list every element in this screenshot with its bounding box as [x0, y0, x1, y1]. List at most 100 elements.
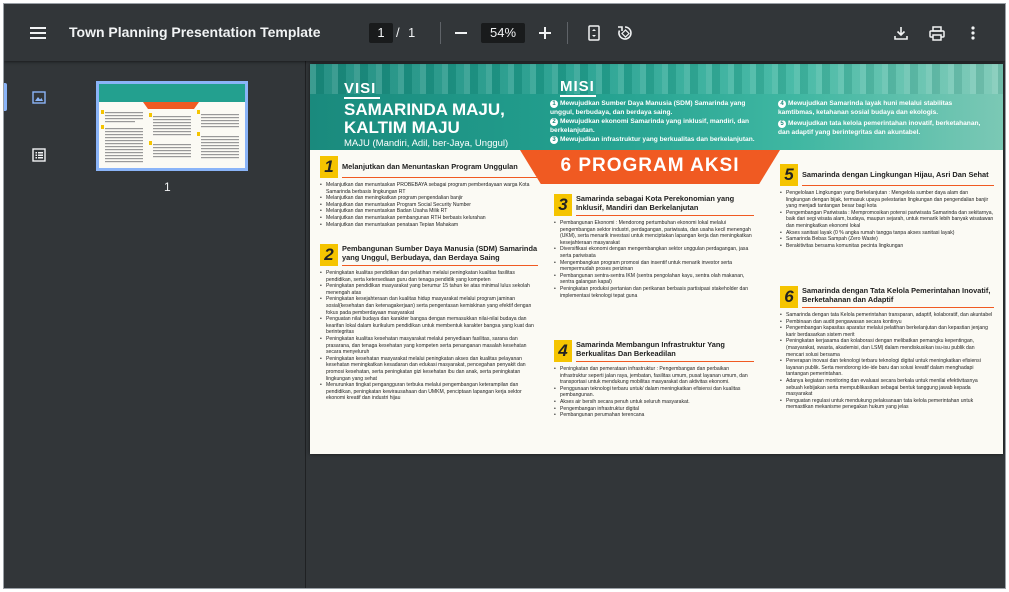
- section-rule: [576, 215, 754, 216]
- program-section: 1 Melanjutkan dan Menuntaskan Program Un…: [320, 156, 538, 228]
- section-bullets: Peningkatan kualitas pendidikan dan pela…: [320, 270, 538, 402]
- section-bullets: Samarinda dengan tata Kelola pemerintaha…: [780, 312, 994, 411]
- section-rule: [342, 177, 538, 178]
- print-icon[interactable]: [923, 19, 951, 47]
- thumbnail-page-number: 1: [164, 180, 171, 194]
- bullet-item: Akses air bersih secara penuh untuk selu…: [554, 399, 754, 406]
- program-section: 4 Samarinda Membangun Infrastruktur Yang…: [554, 340, 754, 419]
- bullet-item: Melanjutkan dan menuntaskan penataan Tep…: [320, 222, 538, 229]
- plus-icon[interactable]: [531, 19, 559, 47]
- bullet-item: Pengembangan infrastruktur digital: [554, 406, 754, 413]
- total-pages: 1: [408, 25, 416, 40]
- section-number: 6: [780, 286, 798, 308]
- misi-item: 5 Mewujudkan tata kelola pemerintahan ino…: [778, 120, 981, 136]
- bullet-item: Melanjutkan dan menuntaskan pembangunan …: [320, 215, 538, 222]
- program-section: 5 Samarinda dengan Lingkungan Hijau, Asr…: [780, 164, 994, 249]
- section-number: 1: [320, 156, 338, 178]
- section-bullets: Pembangunan Ekonomi : Mendorong pertumbu…: [554, 220, 754, 299]
- visi-underline: [344, 97, 380, 99]
- section-title: Samarinda dengan Lingkungan Hijau, Asri …: [802, 170, 989, 179]
- program-section: 6 Samarinda dengan Tata Kelola Pemerinta…: [780, 286, 994, 411]
- section-title: Samarinda dengan Tata Kelola Pemerintaha…: [802, 286, 991, 304]
- bullet-item: Peningkatan pendidikan masyarakat yang b…: [320, 283, 538, 296]
- bullet-item: Melanjutkan dan meningkatkan program pen…: [320, 195, 538, 202]
- bullet-item: Samarinda dengan tata Kelola pemerintaha…: [780, 312, 994, 319]
- bullet-item: Pengelolaan Lingkungan yang Berkelanjuta…: [780, 190, 994, 210]
- misi-underline: [560, 95, 596, 97]
- page-separator: /: [396, 25, 400, 40]
- bullet-item: Penguatan nilai budaya dan karakter bang…: [320, 316, 538, 336]
- misi-item: 4 Mewujudkan Samarinda layak huni melalui…: [778, 100, 953, 116]
- image-icon[interactable]: [28, 86, 50, 108]
- misi-item: 2 Mewujudkan ekonomi Samarinda yang inklu…: [550, 118, 750, 134]
- section-rule: [802, 307, 994, 308]
- section-rule: [342, 265, 538, 266]
- bullet-item: Penguatan regulasi untuk mendukung pelak…: [780, 398, 994, 411]
- section-title: Samarinda Membangun Infrastruktur Yang B…: [576, 340, 725, 358]
- section-bullets: Pengelolaan Lingkungan yang Berkelanjuta…: [780, 190, 994, 249]
- page-thumbnail[interactable]: [96, 81, 248, 171]
- section-number: 2: [320, 244, 338, 266]
- bullet-item: Adanya kegiatan monitoring dan evaluasi …: [780, 378, 994, 398]
- toolbar-divider: [567, 22, 568, 44]
- fit-page-icon[interactable]: [580, 19, 608, 47]
- bullet-item: Samarinda Bebas Sampah (Zero Waste): [780, 236, 994, 243]
- download-icon[interactable]: [887, 19, 915, 47]
- bullet-item: Pengembangan kapasitas aparatur melalui …: [780, 325, 994, 338]
- bullet-item: Diversifikasi ekonomi dengan mengembangk…: [554, 246, 754, 259]
- bullet-item: Peningkatan kualitas kesehatan masyaraka…: [320, 336, 538, 356]
- visi-title: SAMARINDA MAJU, KALTIM MAJU: [344, 100, 505, 137]
- bullet-item: Pembangunan sentra-sentra IKM (sentra pe…: [554, 273, 754, 286]
- section-title: Pembangunan Sumber Daya Manusia (SDM) Sa…: [342, 244, 538, 262]
- city-photo-strip: [310, 64, 1003, 94]
- bullet-item: Peningkatan produksi pertanian dan perik…: [554, 286, 754, 299]
- bullet-item: Melanjutkan dan menuntaskan Badan Usaha …: [320, 208, 538, 215]
- program-section: 2 Pembangunan Sumber Daya Manusia (SDM) …: [320, 244, 538, 402]
- visi-subtitle: MAJU (Mandiri, Adil, ber-Jaya, Unggul): [344, 138, 509, 149]
- bullet-item: Pembinaan dan audit pengawasan secara ko…: [780, 319, 994, 326]
- bullet-item: Melanjutkan dan menuntaskan Program Soci…: [320, 202, 538, 209]
- bullet-item: Pengembangan Pariwisata : Mempromosikan …: [780, 210, 994, 230]
- section-number: 4: [554, 340, 572, 362]
- program-aksi-title: 6 PROGRAM AKSI: [560, 155, 740, 176]
- section-bullets: Melanjutkan dan menuntaskan PROBEBAYA se…: [320, 182, 538, 228]
- thumbnail-preview: [99, 84, 245, 168]
- bullet-item: Mengembangkan program promosi dan insent…: [554, 260, 754, 273]
- active-tab-indicator: [4, 83, 7, 111]
- document-viewer: VISI SAMARINDA MAJU, KALTIM MAJU MAJU (M…: [307, 61, 1005, 588]
- visi-label: VISI: [344, 80, 377, 97]
- section-number: 3: [554, 194, 572, 216]
- more-vert-icon[interactable]: [959, 19, 987, 47]
- bullet-item: Peningkatan kesejahteraan dan kualitas h…: [320, 296, 538, 316]
- bullet-item: Peningkatan dan pemerataan infrastruktur…: [554, 366, 754, 386]
- bullet-item: Menurunkan tingkat pengangguran terbuka …: [320, 382, 538, 402]
- page-number-input[interactable]: 1: [369, 23, 393, 43]
- menu-icon[interactable]: [24, 19, 52, 47]
- section-bullets: Peningkatan dan pemerataan infrastruktur…: [554, 366, 754, 419]
- toolbar: Town Planning Presentation Template 1 / …: [4, 4, 1005, 61]
- bullet-item: Akses sanitasi layak (0 % angka rumah ta…: [780, 230, 994, 237]
- program-section: 3 Samarinda sebagai Kota Perekonomian ya…: [554, 194, 754, 299]
- pdf-page: VISI SAMARINDA MAJU, KALTIM MAJU MAJU (M…: [310, 64, 1003, 454]
- toolbar-divider: [440, 22, 441, 44]
- section-number: 5: [780, 164, 798, 186]
- misi-item: 1 Mewujudkan Sumber Daya Manusia (SDM) Sa…: [550, 100, 746, 116]
- minus-icon[interactable]: [447, 19, 475, 47]
- thumbnail-sidebar: 1: [4, 61, 306, 588]
- bullet-item: Pembangunan Ekonomi : Mendorong pertumbu…: [554, 220, 754, 246]
- section-title: Samarinda sebagai Kota Perekonomian yang…: [576, 194, 735, 212]
- misi-label: MISI: [560, 78, 595, 95]
- bullet-item: Berakitivitas bersama komunitas pecinta …: [780, 243, 994, 250]
- misi-item: 3 Mewujudkan infrastruktur yang berkualit…: [550, 136, 770, 145]
- list-icon[interactable]: [28, 144, 50, 166]
- bullet-item: Melanjutkan dan menuntaskan PROBEBAYA se…: [320, 182, 538, 195]
- bullet-item: Penggunaan teknologi terbaru untuk/ dala…: [554, 386, 754, 399]
- bullet-item: Pembangunan perumahan terencana: [554, 412, 754, 419]
- section-rule: [802, 185, 994, 186]
- bullet-item: Penerapan inovasi dan teknologi terbaru …: [780, 358, 994, 378]
- bullet-item: Peningkatan kualitas pendidikan dan pela…: [320, 270, 538, 283]
- pdf-viewer-window: Town Planning Presentation Template 1 / …: [3, 3, 1006, 589]
- section-rule: [576, 361, 754, 362]
- zoom-input[interactable]: 54%: [481, 23, 525, 43]
- rotate-icon[interactable]: [611, 19, 639, 47]
